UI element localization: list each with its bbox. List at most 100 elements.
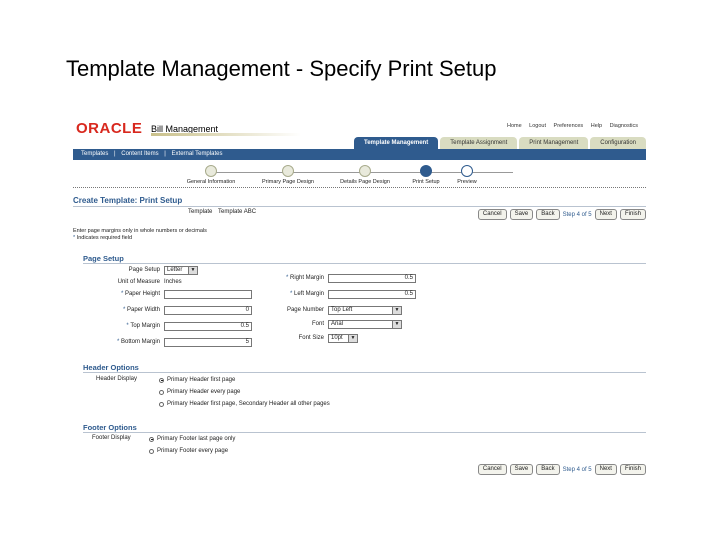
back-button[interactable]: Back [536, 464, 560, 475]
tab-template-assignment[interactable]: Template Assignment [440, 137, 518, 149]
header-options-divider [83, 372, 646, 373]
font-size-value: 10pt [331, 335, 343, 341]
paper-width-input[interactable]: 0 [164, 306, 252, 315]
train-step-details-page-design[interactable]: Details Page Design [330, 165, 400, 185]
required-note: Indicates required field [76, 235, 133, 241]
footer-options-title: Footer Options [83, 423, 137, 432]
required-star: * [285, 275, 289, 281]
page-number-value: Top Left [331, 307, 353, 313]
font-row: Font Arial ▼ [312, 320, 402, 330]
sub-navigation: Templates | Content Items | External Tem… [73, 149, 646, 160]
cancel-button[interactable]: Cancel [477, 209, 507, 220]
save-button[interactable]: Save [509, 464, 534, 475]
right-margin-input[interactable]: 0.5 [328, 274, 416, 283]
footer-display-label: Footer Display [92, 435, 131, 441]
step-indicator [282, 165, 294, 177]
back-button[interactable]: Back [536, 209, 560, 220]
page-setup-select[interactable]: Letter ▼ [164, 266, 198, 275]
bottom-margin-input[interactable]: 5 [164, 338, 252, 347]
font-value: Arial [331, 321, 344, 327]
finish-button[interactable]: Finish [619, 464, 646, 475]
step-label: Primary Page Design [262, 179, 314, 185]
global-link-help[interactable]: Help [591, 123, 602, 129]
tab-print-management[interactable]: Print Management [519, 137, 589, 149]
required-star: * [289, 291, 293, 297]
radio-icon[interactable] [149, 448, 154, 454]
step-indicator [420, 165, 432, 177]
subnav-external-templates[interactable]: External Templates [172, 151, 223, 157]
header-option-every-page[interactable]: Primary Header every page [159, 389, 240, 395]
subnav-separator: | [164, 151, 166, 157]
page-number-label: Page Number [286, 307, 324, 313]
tab-template-management[interactable]: Template Management [353, 137, 439, 149]
header-option-secondary[interactable]: Primary Header first page, Secondary Hea… [159, 401, 330, 407]
right-margin-text: Right Margin [289, 275, 324, 281]
left-margin-label: * Left Margin [290, 291, 324, 297]
top-margin-input[interactable]: 0.5 [164, 322, 252, 331]
tab-bar: Template Management Template Assignment … [352, 137, 646, 149]
page-number-select[interactable]: Top Left ▼ [328, 306, 402, 315]
global-link-logout[interactable]: Logout [529, 123, 546, 129]
required-star: * [120, 291, 124, 297]
required-star: * [116, 339, 120, 345]
dotted-divider [73, 187, 646, 188]
paper-width-row: * Paper Width 0 [123, 306, 252, 316]
footer-option-last-page[interactable]: Primary Footer last page only [149, 436, 235, 442]
footer-option-every-page[interactable]: Primary Footer every page [149, 448, 228, 454]
next-button[interactable]: Next [594, 209, 617, 220]
header-option-first-page[interactable]: Primary Header first page [159, 377, 235, 383]
font-size-label: Font Size [298, 335, 324, 341]
save-button[interactable]: Save [509, 209, 534, 220]
global-link-diagnostics[interactable]: Diagnostics [610, 123, 638, 129]
train-step-general-information[interactable]: General Information [176, 165, 246, 185]
font-select[interactable]: Arial ▼ [328, 320, 402, 329]
step-indicator-text: Step 4 of 5 [562, 211, 592, 218]
font-size-row: Font Size 10pt ▼ [299, 334, 358, 344]
brand-underline [151, 133, 301, 136]
radio-label: Primary Header first page, Secondary Hea… [167, 401, 330, 407]
subnav-separator: | [114, 151, 116, 157]
radio-selected-icon[interactable] [159, 377, 164, 383]
radio-selected-icon[interactable] [149, 436, 154, 442]
top-margin-text: Top Margin [130, 323, 160, 329]
instructions: Enter page margins only in whole numbers… [73, 228, 207, 242]
cancel-button[interactable]: Cancel [477, 464, 507, 475]
finish-button[interactable]: Finish [619, 209, 646, 220]
paper-height-input[interactable] [164, 290, 252, 299]
subnav-content-items[interactable]: Content Items [121, 151, 158, 157]
step-indicator [205, 165, 217, 177]
subnav-templates[interactable]: Templates [81, 151, 108, 157]
train-step-primary-page-design[interactable]: Primary Page Design [253, 165, 323, 185]
footer-options-divider [83, 432, 646, 433]
top-margin-label: * Top Margin [126, 323, 160, 329]
page-number-row: Page Number Top Left ▼ [287, 306, 402, 316]
right-margin-label: * Right Margin [286, 275, 324, 281]
train-step-preview[interactable]: Preview [432, 165, 502, 185]
page-setup-label: Page Setup [128, 267, 160, 273]
chevron-down-icon: ▼ [392, 307, 401, 314]
step-train: General Information Primary Page Design … [73, 162, 646, 190]
template-name-row: Template Template ABC [188, 209, 256, 215]
global-link-home[interactable]: Home [507, 123, 522, 129]
chevron-down-icon: ▼ [188, 267, 197, 274]
radio-icon[interactable] [159, 389, 164, 395]
tab-configuration[interactable]: Configuration [590, 137, 646, 149]
next-button[interactable]: Next [594, 464, 617, 475]
bottom-button-bar: Cancel Save Back Step 4 of 5 Next Finish [475, 464, 646, 475]
uom-row: Unit of Measure Inches [118, 278, 244, 288]
font-size-select[interactable]: 10pt ▼ [328, 334, 358, 343]
radio-icon[interactable] [159, 401, 164, 407]
template-name: Template ABC [218, 209, 257, 215]
paper-width-label: * Paper Width [123, 307, 160, 313]
step-indicator-text: Step 4 of 5 [562, 466, 592, 473]
required-star: * [122, 307, 126, 313]
left-margin-input[interactable]: 0.5 [328, 290, 416, 299]
bottom-margin-text: Bottom Margin [120, 339, 160, 345]
global-link-preferences[interactable]: Preferences [554, 123, 584, 129]
step-indicator [461, 165, 473, 177]
required-star: * [126, 323, 129, 329]
paper-height-label: * Paper Height [121, 291, 160, 297]
oracle-logo: ORACLE [76, 120, 143, 137]
step-label: Preview [457, 179, 477, 185]
instruction-required: * Indicates required field [73, 235, 207, 242]
